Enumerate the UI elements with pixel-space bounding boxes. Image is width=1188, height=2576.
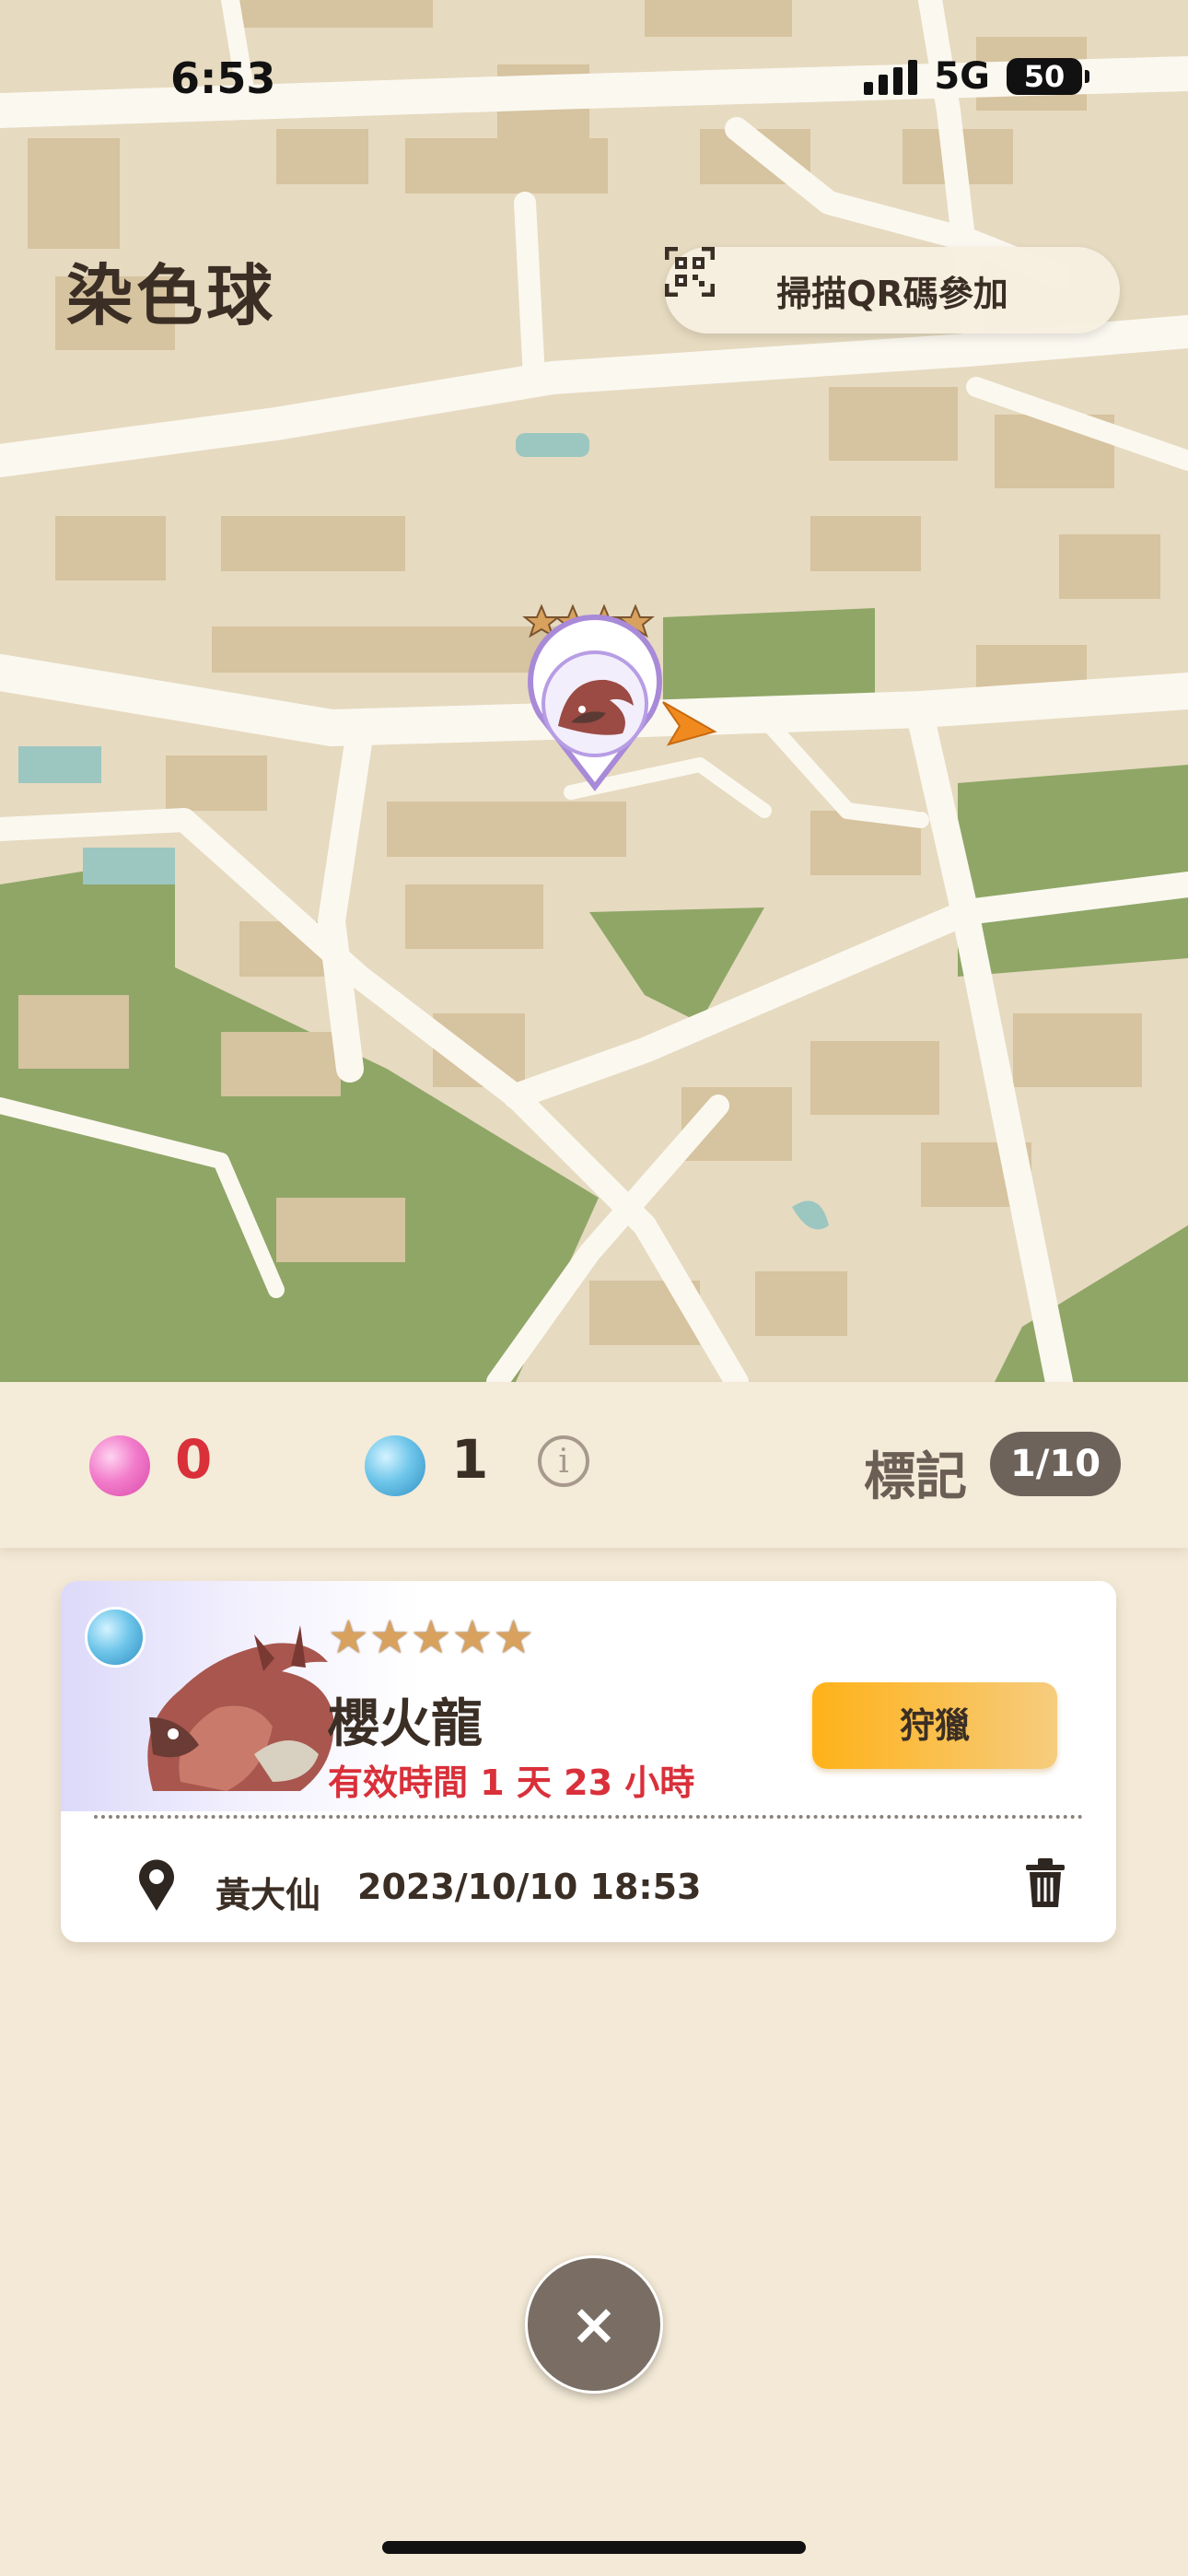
resource-bar: 0 1 i 標記 1/10 [0,1382,1188,1548]
qr-code-icon [665,247,715,297]
monster-card[interactable]: ★★★★★ 櫻火龍 有效時間 1 天 23 小時 狩獵 黃大仙 2023/10/… [61,1581,1116,1942]
signal-icon [864,58,918,95]
hunt-button[interactable]: 狩獵 [812,1682,1057,1769]
bottom-panel: 0 1 i 標記 1/10 ★★★★★ 櫻火龍 有效時間 1 天 23 小時 狩… [0,1382,1188,2576]
location-pin-icon [139,1859,174,1911]
monster-name: 櫻火龍 [328,1694,483,1754]
player-arrow-icon [662,701,717,746]
home-indicator[interactable] [382,2541,806,2554]
page-title: 染色球 [66,257,277,334]
trash-icon[interactable] [1024,1857,1066,1909]
pink-dye-orb-icon [89,1435,150,1496]
rathalos-portrait-icon [147,1625,334,1791]
close-button[interactable]: × [525,2255,663,2394]
info-icon[interactable]: i [538,1435,589,1487]
card-divider [94,1815,1083,1819]
map-view[interactable]: 6:53 5G 50 染色球 掃描QR碼參加 [0,0,1188,1382]
valid-time-label: 有效時間 1 天 23 小時 [328,1762,695,1803]
pink-orb-count: 0 [175,1428,213,1491]
mark-label: 標記 [864,1447,967,1507]
scan-qr-label: 掃描QR碼參加 [776,273,1008,314]
network-type: 5G [934,55,990,98]
location-datetime: 2023/10/10 18:53 [357,1867,702,1907]
star-rating-icon: ★★★★★ [328,1610,535,1664]
status-time: 6:53 [170,53,276,103]
location-name: 黃大仙 [215,1875,321,1915]
status-indicators: 5G 50 [864,55,1089,98]
scan-qr-button[interactable]: 掃描QR碼參加 [665,247,1120,334]
monster-map-marker[interactable] [521,604,669,798]
blue-orb-count: 1 [451,1428,489,1491]
rarity-stars: ★★★★★ [328,1614,534,1660]
blue-dye-orb-badge-icon [85,1607,146,1668]
battery-icon: 50 [1007,58,1089,95]
battery-level: 50 [1023,59,1066,94]
mark-count-badge: 1/10 [990,1432,1121,1496]
blue-dye-orb-icon [365,1435,425,1496]
